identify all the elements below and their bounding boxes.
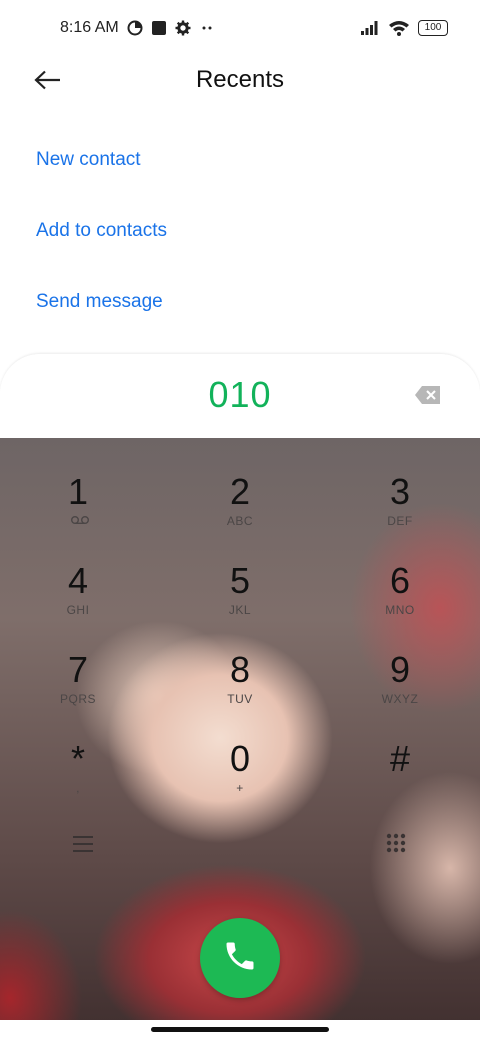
home-indicator[interactable] (151, 1027, 329, 1032)
more-dots-icon (199, 20, 215, 36)
data-saver-icon (127, 20, 143, 36)
page-title: Recents (195, 66, 285, 93)
key-digit: 6 (389, 560, 411, 601)
key-digit: 7 (67, 649, 89, 690)
nav-bar (0, 1020, 480, 1040)
key-digit: 9 (389, 649, 411, 690)
key-digit: 0 (229, 738, 251, 779)
dialer-bottom-controls (0, 828, 480, 868)
key-digit: 1 (67, 471, 89, 512)
action-list: New contact Add to contacts Send message (36, 130, 167, 343)
key-digit: 5 (229, 560, 251, 601)
signal-icon (360, 20, 380, 36)
wifi-icon (388, 20, 410, 36)
status-time: 8:16 AM (60, 19, 119, 36)
key-letters: ABC (226, 514, 254, 528)
menu-icon[interactable] (72, 834, 94, 854)
key-letters: , (76, 781, 80, 795)
dialpad-icon[interactable] (384, 832, 408, 856)
call-button[interactable] (200, 918, 280, 998)
keypad-area: 1 2 ABC 3 DEF 4 GHI 5 JKL 6 MNO 7 PQRS 8… (0, 438, 480, 1040)
add-to-contacts-link[interactable]: Add to contacts (36, 201, 167, 272)
send-message-link[interactable]: Send message (36, 272, 167, 343)
status-right: 100 (360, 20, 448, 36)
key-letters: JKL (228, 603, 252, 617)
key-1[interactable]: 1 (0, 466, 160, 555)
battery-icon: 100 (418, 20, 448, 36)
key-digit: 2 (229, 471, 251, 512)
key-digit: 4 (67, 560, 89, 601)
key-star[interactable]: * , (0, 733, 160, 822)
status-left: 8:16 AM (60, 19, 215, 37)
key-letters: TUV (227, 692, 253, 706)
key-4[interactable]: 4 GHI (0, 555, 160, 644)
backspace-icon (414, 386, 442, 410)
key-digit: 3 (389, 471, 411, 512)
key-hash[interactable]: # (320, 733, 480, 822)
new-contact-link[interactable]: New contact (36, 130, 167, 201)
key-3[interactable]: 3 DEF (320, 466, 480, 555)
app-header: Recents (0, 56, 480, 108)
key-2[interactable]: 2 ABC (160, 466, 320, 555)
key-letters: DEF (387, 514, 413, 528)
key-0[interactable]: 0 + (160, 733, 320, 822)
key-letters: MNO (385, 603, 415, 617)
settings-gear-icon (175, 20, 191, 36)
number-display: 010 (0, 354, 480, 438)
key-digit: 8 (229, 649, 251, 690)
dialer-sheet: 010 1 2 ABC 3 DEF 4 GHI 5 JKL 6 MNO 7 PQ… (0, 354, 480, 1040)
key-6[interactable]: 6 MNO (320, 555, 480, 644)
key-letters: PQRS (59, 692, 96, 706)
key-letters: + (236, 781, 244, 795)
status-bar: 8:16 AM 100 (0, 0, 480, 56)
key-9[interactable]: 9 WXYZ (320, 644, 480, 733)
square-app-icon (151, 20, 167, 36)
key-5[interactable]: 5 JKL (160, 555, 320, 644)
keypad-grid: 1 2 ABC 3 DEF 4 GHI 5 JKL 6 MNO 7 PQRS 8… (0, 466, 480, 822)
voicemail-icon (70, 514, 90, 532)
key-digit: * (70, 738, 85, 779)
key-letters: GHI (66, 603, 90, 617)
dialed-number: 010 (208, 374, 272, 415)
phone-icon (222, 938, 258, 979)
key-digit: # (389, 738, 411, 779)
key-7[interactable]: 7 PQRS (0, 644, 160, 733)
key-8[interactable]: 8 TUV (160, 644, 320, 733)
backspace-button[interactable] (414, 384, 442, 406)
key-letters: WXYZ (381, 692, 419, 706)
